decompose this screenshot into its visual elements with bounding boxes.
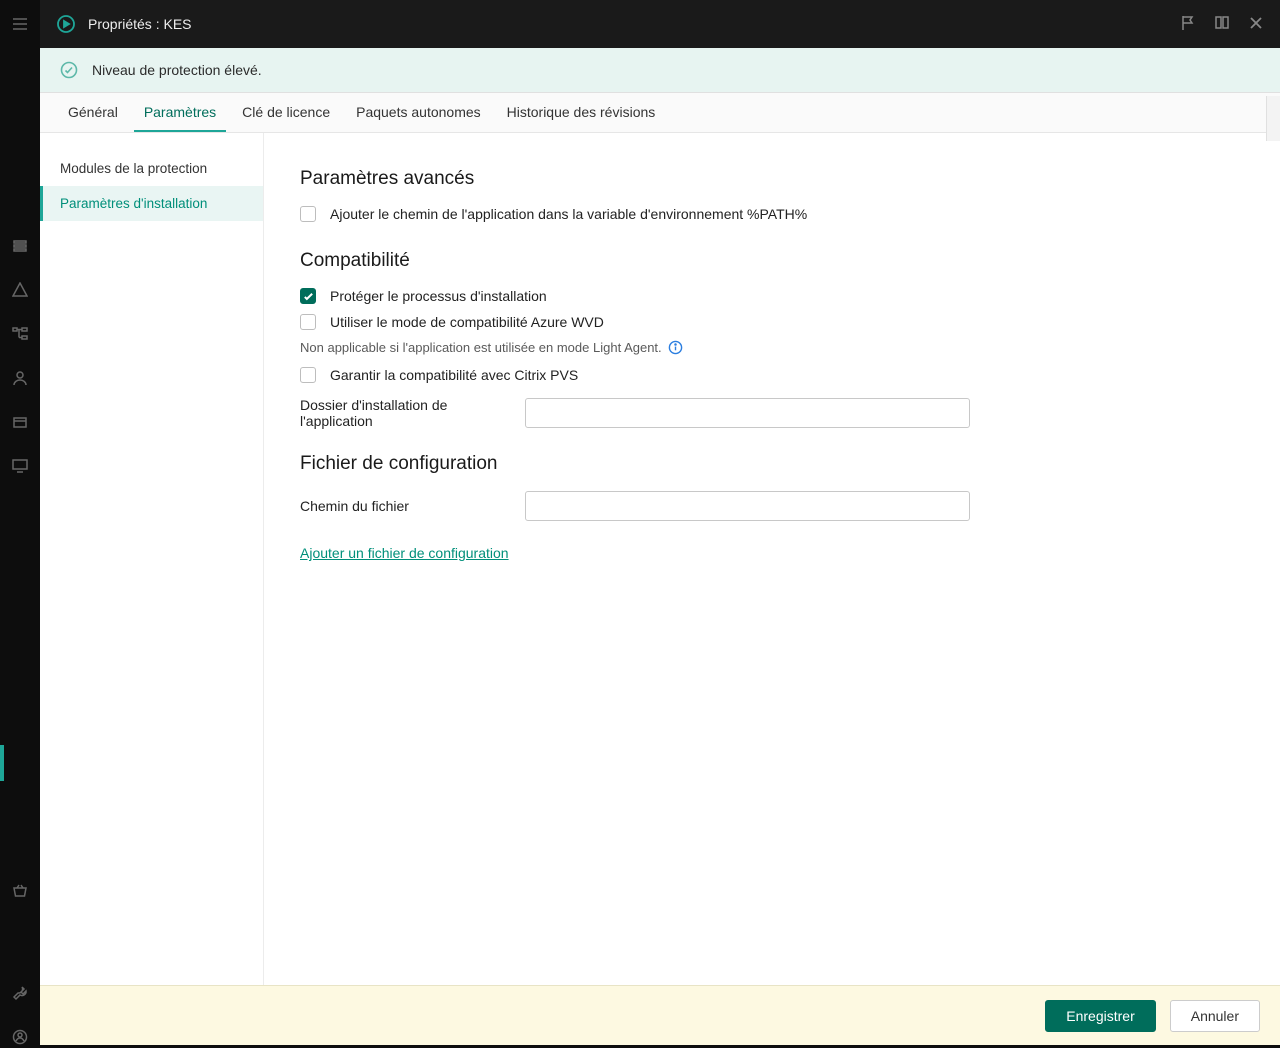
save-button[interactable]: Enregistrer bbox=[1045, 1000, 1155, 1032]
input-install-folder[interactable] bbox=[525, 398, 970, 428]
label-install-folder: Dossier d'installation de l'application bbox=[300, 397, 515, 429]
checkbox-azure-wvd[interactable] bbox=[300, 314, 316, 330]
tree-icon[interactable] bbox=[12, 326, 28, 342]
main-panel: Paramètres avancés Ajouter le chemin de … bbox=[264, 133, 1280, 985]
checkbox-add-path[interactable] bbox=[300, 206, 316, 222]
book-icon[interactable] bbox=[1214, 15, 1230, 34]
close-icon[interactable] bbox=[1248, 15, 1264, 34]
checkbox-citrix[interactable] bbox=[300, 367, 316, 383]
warning-icon[interactable] bbox=[12, 282, 28, 298]
input-file-path[interactable] bbox=[525, 491, 970, 521]
section-config-title: Fichier de configuration bbox=[300, 453, 1244, 475]
list-icon[interactable] bbox=[12, 238, 28, 254]
tab-packages[interactable]: Paquets autonomes bbox=[346, 93, 491, 132]
info-icon[interactable] bbox=[668, 340, 683, 355]
window-title: Propriétés : KES bbox=[88, 16, 192, 32]
link-add-config[interactable]: Ajouter un fichier de configuration bbox=[300, 545, 509, 561]
checkbox-protect-install[interactable] bbox=[300, 288, 316, 304]
label-azure-wvd: Utiliser le mode de compatibilité Azure … bbox=[330, 314, 604, 330]
flag-icon[interactable] bbox=[1180, 15, 1196, 34]
package-icon[interactable] bbox=[12, 414, 28, 430]
tab-parameters[interactable]: Paramètres bbox=[134, 93, 226, 132]
label-protect-install: Protéger le processus d'installation bbox=[330, 288, 547, 304]
user-icon[interactable] bbox=[12, 370, 28, 386]
side-nav: Modules de la protection Paramètres d'in… bbox=[40, 133, 264, 985]
status-banner: Niveau de protection élevé. bbox=[40, 48, 1280, 93]
label-citrix: Garantir la compatibilité avec Citrix PV… bbox=[330, 367, 578, 383]
status-text: Niveau de protection élevé. bbox=[92, 62, 262, 78]
check-circle-icon bbox=[60, 61, 78, 79]
monitor-icon[interactable] bbox=[12, 458, 28, 474]
rail-active-indicator bbox=[0, 745, 4, 781]
cancel-button[interactable]: Annuler bbox=[1170, 1000, 1260, 1032]
nav-rail bbox=[0, 0, 40, 1045]
menu-icon[interactable] bbox=[12, 16, 28, 32]
tab-general[interactable]: Général bbox=[58, 93, 128, 132]
scrollbar[interactable] bbox=[1266, 96, 1280, 141]
tab-revisions[interactable]: Historique des révisions bbox=[497, 93, 666, 132]
basket-icon[interactable] bbox=[12, 883, 28, 899]
label-add-path: Ajouter le chemin de l'application dans … bbox=[330, 206, 807, 222]
label-file-path: Chemin du fichier bbox=[300, 498, 515, 514]
nav-item-install[interactable]: Paramètres d'installation bbox=[40, 186, 263, 221]
footer: Enregistrer Annuler bbox=[40, 985, 1280, 1045]
wrench-icon[interactable] bbox=[12, 985, 28, 1001]
tab-license[interactable]: Clé de licence bbox=[232, 93, 340, 132]
section-compat-title: Compatibilité bbox=[300, 250, 1244, 272]
account-icon[interactable] bbox=[12, 1029, 28, 1045]
brand-icon bbox=[56, 14, 76, 34]
section-advanced-title: Paramètres avancés bbox=[300, 168, 1244, 190]
hint-azure: Non applicable si l'application est util… bbox=[300, 340, 662, 355]
title-bar: Propriétés : KES bbox=[40, 0, 1280, 48]
tabs: Général Paramètres Clé de licence Paquet… bbox=[40, 93, 1280, 133]
nav-item-protection[interactable]: Modules de la protection bbox=[40, 151, 263, 186]
